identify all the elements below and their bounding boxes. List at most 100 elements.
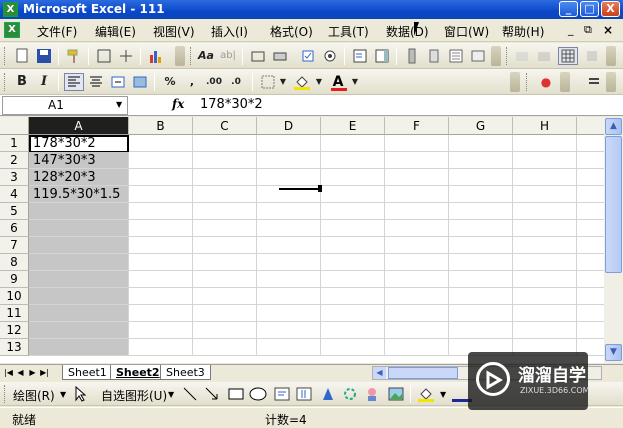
chevron-down-icon[interactable]: ▼ bbox=[314, 73, 324, 91]
cell-c8[interactable] bbox=[193, 254, 257, 271]
cell-a10[interactable] bbox=[29, 288, 129, 305]
cell-g3[interactable] bbox=[449, 169, 513, 186]
gridlines-icon[interactable] bbox=[116, 47, 136, 65]
cell-g2[interactable] bbox=[449, 152, 513, 169]
properties-icon[interactable] bbox=[446, 47, 466, 65]
toolbar-grip[interactable] bbox=[4, 73, 7, 91]
row-header-7[interactable]: 7 bbox=[0, 237, 29, 254]
cell-e13[interactable] bbox=[321, 339, 385, 356]
toolbar-options-chevron[interactable] bbox=[606, 46, 616, 66]
cell-b9[interactable] bbox=[129, 271, 193, 288]
cell-e4[interactable] bbox=[321, 186, 385, 203]
cell-b8[interactable] bbox=[129, 254, 193, 271]
close-button[interactable]: X bbox=[601, 1, 620, 17]
cell-b5[interactable] bbox=[129, 203, 193, 220]
autoshapes-menu[interactable]: 自选图形(U) bbox=[101, 387, 167, 404]
cell-c4[interactable] bbox=[193, 186, 257, 203]
toggle-grid-icon[interactable] bbox=[558, 47, 578, 65]
cell-c13[interactable] bbox=[193, 339, 257, 356]
cell-overflow[interactable] bbox=[577, 271, 604, 288]
scroll-bar-control-icon[interactable] bbox=[402, 47, 422, 65]
scroll-thumb[interactable] bbox=[605, 136, 622, 273]
row-header-8[interactable]: 8 bbox=[0, 254, 29, 271]
cell-g7[interactable] bbox=[449, 237, 513, 254]
toolbar-grip[interactable] bbox=[506, 47, 509, 65]
record-macro-icon[interactable]: ● bbox=[536, 73, 556, 91]
column-header-a[interactable]: A bbox=[29, 117, 129, 135]
cell-f7[interactable] bbox=[385, 237, 449, 254]
sheet-tab-sheet2[interactable]: Sheet2 bbox=[110, 365, 166, 380]
select-objects-icon[interactable] bbox=[70, 385, 90, 403]
spinner-control-icon[interactable] bbox=[424, 47, 444, 65]
cell-e10[interactable] bbox=[321, 288, 385, 305]
view-code-icon[interactable] bbox=[468, 47, 488, 65]
cell-d6[interactable] bbox=[257, 220, 321, 237]
cell-f5[interactable] bbox=[385, 203, 449, 220]
column-header-h[interactable]: H bbox=[513, 117, 577, 135]
cell-g1[interactable] bbox=[449, 135, 513, 152]
draw-menu[interactable]: 绘图(R) bbox=[13, 387, 55, 404]
cell-d11[interactable] bbox=[257, 305, 321, 322]
menu-insert[interactable]: 插入(I) bbox=[211, 23, 248, 39]
cell-h4[interactable] bbox=[513, 186, 577, 203]
line-icon[interactable] bbox=[180, 385, 200, 403]
cell-h3[interactable] bbox=[513, 169, 577, 186]
chevron-down-icon[interactable]: ▼ bbox=[116, 100, 122, 109]
cell-c10[interactable] bbox=[193, 288, 257, 305]
cell-b3[interactable] bbox=[129, 169, 193, 186]
doc-close-button[interactable]: × bbox=[603, 23, 613, 39]
combo-box-icon[interactable] bbox=[372, 47, 392, 65]
chart-wizard-icon[interactable] bbox=[146, 47, 166, 65]
format-painter-icon[interactable] bbox=[64, 47, 84, 65]
cell-overflow[interactable] bbox=[577, 322, 604, 339]
cell-a5[interactable] bbox=[29, 203, 129, 220]
cell-e11[interactable] bbox=[321, 305, 385, 322]
toolbar-options-chevron[interactable] bbox=[491, 46, 501, 66]
select-all-button[interactable] bbox=[0, 117, 29, 135]
cell-d8[interactable] bbox=[257, 254, 321, 271]
edit-text-icon[interactable]: ab| bbox=[218, 47, 238, 65]
cell-d3[interactable] bbox=[257, 169, 321, 186]
cell-f3[interactable] bbox=[385, 169, 449, 186]
row-header-12[interactable]: 12 bbox=[0, 322, 29, 339]
chevron-down-icon[interactable]: ▼ bbox=[168, 390, 174, 399]
vertical-text-box-icon[interactable] bbox=[294, 385, 314, 403]
cell-e9[interactable] bbox=[321, 271, 385, 288]
cell-h2[interactable] bbox=[513, 152, 577, 169]
wordart-icon[interactable] bbox=[318, 385, 338, 403]
cell-d2[interactable] bbox=[257, 152, 321, 169]
row-header-1[interactable]: 1 bbox=[0, 135, 29, 152]
cell-f9[interactable] bbox=[385, 271, 449, 288]
name-box[interactable]: A1 bbox=[2, 96, 128, 115]
worksheet-grid[interactable]: ABCDEFGH 1 178*30*2 2 147*30*3 3 128*20*3 4 119… bbox=[0, 117, 604, 363]
cell-c9[interactable] bbox=[193, 271, 257, 288]
cell-overflow[interactable] bbox=[577, 254, 604, 271]
row-header-2[interactable]: 2 bbox=[0, 152, 29, 169]
maximize-button[interactable]: □ bbox=[580, 1, 599, 17]
cell-c1[interactable] bbox=[193, 135, 257, 152]
cell-b13[interactable] bbox=[129, 339, 193, 356]
decrease-decimal-icon[interactable]: .0 bbox=[226, 73, 246, 91]
toolbar-options-chevron[interactable] bbox=[510, 72, 520, 92]
doc-minimize-button[interactable]: _ bbox=[568, 23, 574, 39]
cell-h8[interactable] bbox=[513, 254, 577, 271]
toolbar-options-chevron[interactable] bbox=[175, 46, 185, 66]
save-icon[interactable] bbox=[34, 47, 54, 65]
borders-icon[interactable] bbox=[94, 47, 114, 65]
toolbar-grip[interactable] bbox=[4, 385, 7, 403]
cell-e7[interactable] bbox=[321, 237, 385, 254]
cell-h6[interactable] bbox=[513, 220, 577, 237]
cell-g11[interactable] bbox=[449, 305, 513, 322]
toolbar-grip[interactable] bbox=[4, 47, 7, 65]
column-header-f[interactable]: F bbox=[385, 117, 449, 135]
cell-e6[interactable] bbox=[321, 220, 385, 237]
comma-style-icon[interactable]: , bbox=[182, 73, 202, 91]
toolbar-options-chevron[interactable] bbox=[606, 72, 616, 92]
cell-b6[interactable] bbox=[129, 220, 193, 237]
button-control-icon[interactable] bbox=[270, 47, 290, 65]
cell-f8[interactable] bbox=[385, 254, 449, 271]
menu-view[interactable]: 视图(V) bbox=[153, 23, 195, 39]
list-box-icon[interactable] bbox=[350, 47, 370, 65]
cell-b12[interactable] bbox=[129, 322, 193, 339]
chevron-down-icon[interactable]: ▼ bbox=[350, 73, 360, 91]
